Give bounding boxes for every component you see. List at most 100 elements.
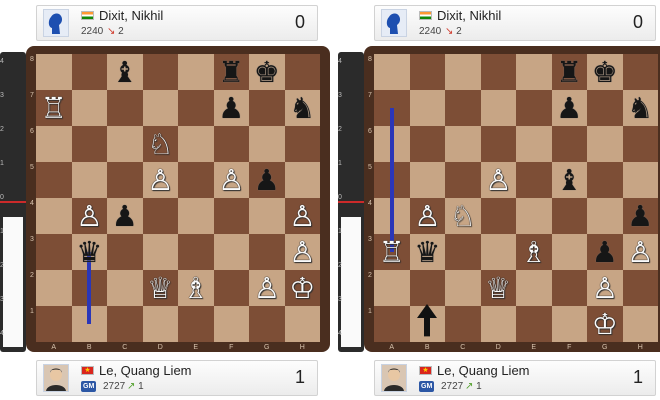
black-piece-h7[interactable]: ♞ — [285, 90, 321, 126]
bottom-player-card[interactable]: ★ Le, Quang Liem GM 2727 ↗ 1 1 — [374, 360, 656, 396]
square-c3[interactable] — [445, 234, 481, 270]
white-piece-a3[interactable]: ♖ — [374, 234, 410, 270]
black-piece-b3[interactable]: ♛ — [72, 234, 108, 270]
square-d3[interactable] — [142, 234, 178, 270]
black-piece-g8[interactable]: ♚ — [587, 54, 623, 90]
square-a3[interactable] — [36, 234, 72, 270]
square-e6[interactable] — [178, 126, 214, 162]
square-c2[interactable] — [107, 270, 143, 306]
square-e8[interactable] — [178, 54, 214, 90]
square-d4[interactable] — [480, 198, 516, 234]
black-piece-f8[interactable]: ♜ — [214, 54, 250, 90]
black-piece-f8[interactable]: ♜ — [552, 54, 588, 90]
square-c7[interactable] — [445, 90, 481, 126]
square-e7[interactable] — [516, 90, 552, 126]
square-e4[interactable] — [178, 198, 214, 234]
square-g4[interactable] — [249, 198, 285, 234]
square-b7[interactable] — [409, 90, 445, 126]
square-a8[interactable] — [374, 54, 410, 90]
square-f1[interactable] — [551, 306, 587, 342]
square-d3[interactable] — [480, 234, 516, 270]
square-g1[interactable] — [249, 306, 285, 342]
square-c7[interactable] — [107, 90, 143, 126]
white-piece-d6[interactable]: ♘ — [143, 126, 179, 162]
black-piece-g5[interactable]: ♟ — [249, 162, 285, 198]
square-e1[interactable] — [178, 306, 214, 342]
square-c3[interactable] — [107, 234, 143, 270]
square-c5[interactable] — [445, 162, 481, 198]
square-b2[interactable] — [409, 270, 445, 306]
square-h8[interactable] — [284, 54, 320, 90]
square-h2[interactable] — [622, 270, 658, 306]
square-g5[interactable] — [587, 162, 623, 198]
square-b6[interactable] — [71, 126, 107, 162]
square-f1[interactable] — [213, 306, 249, 342]
square-c5[interactable] — [107, 162, 143, 198]
square-a2[interactable] — [36, 270, 72, 306]
white-piece-d5[interactable]: ♙ — [143, 162, 179, 198]
square-f2[interactable] — [551, 270, 587, 306]
white-piece-h2[interactable]: ♔ — [285, 270, 321, 306]
white-piece-g2[interactable]: ♙ — [249, 270, 285, 306]
square-b8[interactable] — [71, 54, 107, 90]
square-d8[interactable] — [142, 54, 178, 90]
square-f6[interactable] — [213, 126, 249, 162]
white-piece-h3[interactable]: ♙ — [285, 234, 321, 270]
square-h1[interactable] — [284, 306, 320, 342]
white-piece-f5[interactable]: ♙ — [214, 162, 250, 198]
square-f3[interactable] — [213, 234, 249, 270]
top-player-card[interactable]: Dixit, Nikhil 2240 ↘ 2 0 — [374, 5, 656, 41]
bottom-player-card[interactable]: ★ Le, Quang Liem GM 2727 ↗ 1 1 — [36, 360, 318, 396]
square-g7[interactable] — [249, 90, 285, 126]
white-piece-d2[interactable]: ♕ — [143, 270, 179, 306]
black-piece-c8[interactable]: ♝ — [107, 54, 143, 90]
square-e6[interactable] — [516, 126, 552, 162]
square-f4[interactable] — [213, 198, 249, 234]
square-h6[interactable] — [622, 126, 658, 162]
black-piece-h7[interactable]: ♞ — [623, 90, 659, 126]
square-h5[interactable] — [622, 162, 658, 198]
black-piece-f5[interactable]: ♝ — [552, 162, 588, 198]
square-g7[interactable] — [587, 90, 623, 126]
square-c2[interactable] — [445, 270, 481, 306]
black-piece-f7[interactable]: ♟ — [214, 90, 250, 126]
white-piece-e2[interactable]: ♗ — [178, 270, 214, 306]
chess-board[interactable]: 8 7 6 5 4 3 2 1 A B C D E F G H ♜ ♚ ♟ ♞ ♙ ♝ ♙ ♘ ♟ ♖ ♛ ♗ ♟ ♙ ♕ ♙ ♔ — [368, 54, 659, 351]
square-g3[interactable] — [249, 234, 285, 270]
black-piece-h4[interactable]: ♟ — [623, 198, 659, 234]
square-c1[interactable] — [107, 306, 143, 342]
white-piece-e3[interactable]: ♗ — [516, 234, 552, 270]
square-a1[interactable] — [36, 306, 72, 342]
white-piece-g2[interactable]: ♙ — [587, 270, 623, 306]
square-h8[interactable] — [622, 54, 658, 90]
square-d6[interactable] — [480, 126, 516, 162]
square-f6[interactable] — [551, 126, 587, 162]
square-g6[interactable] — [249, 126, 285, 162]
black-piece-f7[interactable]: ♟ — [552, 90, 588, 126]
black-piece-g8[interactable]: ♚ — [249, 54, 285, 90]
square-d7[interactable] — [142, 90, 178, 126]
white-piece-g1[interactable]: ♔ — [587, 306, 623, 342]
square-h1[interactable] — [622, 306, 658, 342]
square-c8[interactable] — [445, 54, 481, 90]
square-f3[interactable] — [551, 234, 587, 270]
white-piece-b4[interactable]: ♙ — [410, 198, 446, 234]
square-a8[interactable] — [36, 54, 72, 90]
white-piece-c4[interactable]: ♘ — [445, 198, 481, 234]
black-piece-b3[interactable]: ♛ — [410, 234, 446, 270]
square-d7[interactable] — [480, 90, 516, 126]
square-b6[interactable] — [409, 126, 445, 162]
square-a1[interactable] — [374, 306, 410, 342]
square-e2[interactable] — [516, 270, 552, 306]
square-f2[interactable] — [213, 270, 249, 306]
square-e1[interactable] — [516, 306, 552, 342]
square-a4[interactable] — [36, 198, 72, 234]
square-e5[interactable] — [178, 162, 214, 198]
square-c6[interactable] — [107, 126, 143, 162]
square-d4[interactable] — [142, 198, 178, 234]
white-piece-a7[interactable]: ♖ — [36, 90, 72, 126]
square-d1[interactable] — [142, 306, 178, 342]
white-piece-h3[interactable]: ♙ — [623, 234, 659, 270]
square-d1[interactable] — [480, 306, 516, 342]
square-e4[interactable] — [516, 198, 552, 234]
